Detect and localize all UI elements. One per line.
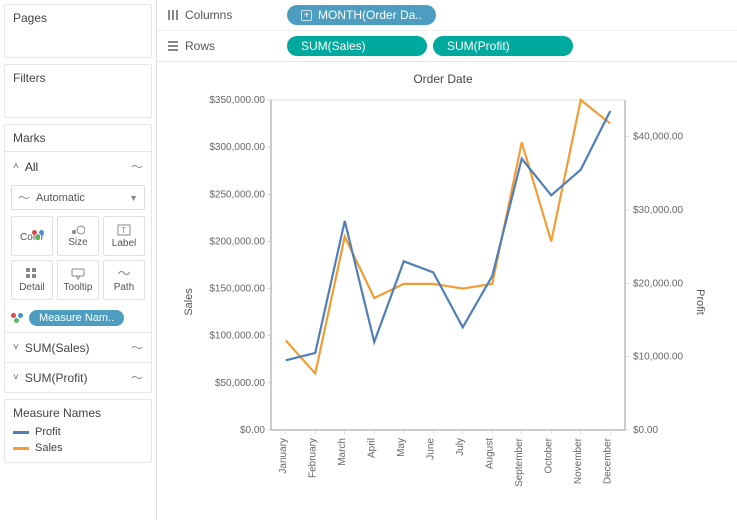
svg-text:August: August <box>484 438 495 469</box>
detail-icon <box>26 268 38 280</box>
svg-text:$30,000.00: $30,000.00 <box>633 205 683 216</box>
svg-text:$50,000.00: $50,000.00 <box>215 378 265 389</box>
rows-pill-profit[interactable]: SUM(Profit) <box>433 36 573 56</box>
label-slot[interactable]: T Label <box>103 216 145 256</box>
svg-text:February: February <box>307 438 318 478</box>
automatic-line-icon: 〜 <box>18 189 30 206</box>
filters-shelf[interactable]: Filters <box>4 64 152 118</box>
svg-text:October: October <box>543 437 554 473</box>
path-icon: 〜 <box>117 267 130 280</box>
detail-slot[interactable]: Detail <box>11 260 53 300</box>
label-icon: T <box>117 224 131 236</box>
svg-text:$200,000.00: $200,000.00 <box>209 236 265 247</box>
chevron-up-icon: ˄ <box>13 161 19 172</box>
expand-icon: + <box>301 10 312 21</box>
color-slot[interactable]: Color <box>11 216 53 256</box>
marks-title: Marks <box>5 125 151 151</box>
size-icon <box>71 225 85 235</box>
legend-swatch <box>13 447 29 450</box>
chart-title: Order Date <box>167 72 719 86</box>
svg-text:September: September <box>514 437 525 487</box>
marks-all-label: All <box>25 160 38 174</box>
mark-type-label: Automatic <box>36 192 85 204</box>
chevron-down-icon: ▼ <box>129 193 138 203</box>
tooltip-icon <box>71 268 85 280</box>
line-mark-icon: 〜 <box>131 339 143 356</box>
path-slot[interactable]: 〜 Path <box>103 260 145 300</box>
legend-swatch <box>13 431 29 434</box>
line-mark-icon: 〜 <box>131 158 143 175</box>
legend-item[interactable]: Profit <box>13 424 143 440</box>
columns-shelf[interactable]: Columns + MONTH(Order Da.. <box>157 0 737 31</box>
svg-text:July: July <box>455 438 466 456</box>
marks-sum-sales[interactable]: ˅ SUM(Sales) 〜 <box>5 332 151 362</box>
color-pill-measure-names[interactable]: Measure Nam.. <box>29 310 124 326</box>
tooltip-slot[interactable]: Tooltip <box>57 260 99 300</box>
pages-title: Pages <box>13 11 143 25</box>
svg-text:$150,000.00: $150,000.00 <box>209 284 265 295</box>
svg-text:November: November <box>573 437 584 484</box>
pages-shelf[interactable]: Pages <box>4 4 152 58</box>
chevron-down-icon: ˅ <box>13 342 19 353</box>
color-legend-icon <box>11 313 25 323</box>
legend-item[interactable]: Sales <box>13 440 143 456</box>
svg-text:T: T <box>121 226 126 235</box>
legend-card: Measure Names ProfitSales <box>4 399 152 463</box>
svg-text:June: June <box>425 438 436 460</box>
left-axis-label: Sales <box>183 288 195 316</box>
chart-svg: $0.00 $50,000.00 $100,000.00 $150,000.00 $20… <box>193 92 693 512</box>
svg-text:$20,000.00: $20,000.00 <box>633 278 683 289</box>
rows-icon <box>167 40 179 52</box>
columns-pill-month[interactable]: + MONTH(Order Da.. <box>287 5 436 25</box>
chart-area: Sales Profit $0.00$50,000.00$100,000.00$… <box>193 92 693 512</box>
legend-title: Measure Names <box>13 406 143 420</box>
svg-text:$100,000.00: $100,000.00 <box>209 331 265 342</box>
svg-text:$250,000.00: $250,000.00 <box>209 189 265 200</box>
svg-text:January: January <box>278 438 289 474</box>
rows-shelf[interactable]: Rows SUM(Sales) SUM(Profit) <box>157 31 737 61</box>
filters-title: Filters <box>13 71 143 85</box>
svg-text:$350,000.00: $350,000.00 <box>209 95 265 106</box>
line-mark-icon: 〜 <box>131 369 143 386</box>
mark-type-dropdown[interactable]: 〜 Automatic ▼ <box>11 185 145 210</box>
rows-pill-sales[interactable]: SUM(Sales) <box>287 36 427 56</box>
svg-text:March: March <box>337 438 348 466</box>
marks-sum-profit[interactable]: ˅ SUM(Profit) 〜 <box>5 362 151 392</box>
svg-text:$300,000.00: $300,000.00 <box>209 142 265 153</box>
columns-icon <box>167 9 179 21</box>
svg-text:$40,000.00: $40,000.00 <box>633 132 683 143</box>
right-axis-label: Profit <box>694 289 706 315</box>
svg-text:December: December <box>602 437 613 484</box>
svg-text:$0.00: $0.00 <box>240 425 265 436</box>
marks-card: Marks ˄ All 〜 〜 Automatic ▼ Color <box>4 124 152 393</box>
svg-text:$0.00: $0.00 <box>633 425 658 436</box>
chevron-down-icon: ˅ <box>13 372 19 383</box>
svg-text:May: May <box>396 438 407 457</box>
size-slot[interactable]: Size <box>57 216 99 256</box>
marks-all-toggle[interactable]: ˄ All 〜 <box>5 151 151 181</box>
svg-text:$10,000.00: $10,000.00 <box>633 352 683 363</box>
svg-text:April: April <box>366 438 377 458</box>
